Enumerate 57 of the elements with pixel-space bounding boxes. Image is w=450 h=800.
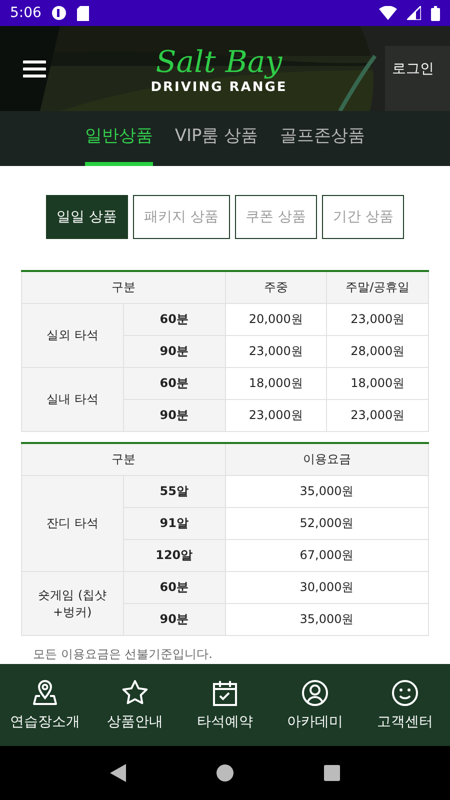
signal-icon — [407, 6, 421, 20]
price-cell: 35,000원 — [225, 476, 428, 508]
header-cell: 주말/공휴일 — [326, 271, 428, 304]
sd-card-icon — [77, 6, 90, 20]
product-tab[interactable]: VIP룸 상품 — [174, 111, 258, 166]
group-cell: 잔디 타석 — [46, 515, 98, 532]
header-cell: 구분 — [22, 271, 225, 304]
nav-item[interactable]: 타석예약 — [180, 664, 270, 746]
logo-subtitle: DRIVING RANGE — [150, 80, 288, 95]
home-icon[interactable] — [216, 764, 234, 782]
battery-icon — [431, 6, 440, 20]
logo-title: Salt Bay — [156, 46, 282, 80]
clock: 5:06 — [10, 5, 42, 21]
login-link[interactable]: 로그인 — [392, 60, 434, 78]
group-cell: 실외 타석 — [46, 327, 98, 344]
product-tab[interactable]: 골프존상품 — [280, 111, 366, 166]
header-cell: 이용요금 — [225, 443, 428, 476]
price-cell: 30,000원 — [225, 572, 428, 604]
group-cell: 실내 타석 — [46, 391, 98, 408]
option-cell: 120알 — [123, 540, 225, 572]
smiley-icon — [391, 679, 419, 707]
nav-item[interactable]: 연습장소개 — [0, 664, 90, 746]
map-pin-icon — [31, 679, 59, 707]
option-cell: 90분 — [123, 604, 225, 636]
nav-item[interactable]: 고객센터 — [360, 664, 450, 746]
price-cell: 18,000원 — [326, 368, 428, 400]
price-cell: 23,000원 — [326, 400, 428, 432]
price-cell: 23,000원 — [225, 400, 327, 432]
price-cell: 67,000원 — [225, 540, 428, 572]
option-cell: 90분 — [123, 400, 225, 432]
header-cell: 주중 — [225, 271, 327, 304]
price-cell: 28,000원 — [326, 336, 428, 368]
group-cell-text: 숏게임 (칩샷+벙커) — [37, 586, 108, 620]
option-cell: 60분 — [123, 572, 225, 604]
option-cell: 90분 — [123, 336, 225, 368]
price-cell: 23,000원 — [225, 336, 327, 368]
calendar-icon — [211, 679, 239, 707]
price-cell: 52,000원 — [225, 508, 428, 540]
notification-icon — [51, 5, 68, 21]
user-icon — [301, 679, 329, 707]
option-cell: 60분 — [123, 304, 225, 336]
nav-item[interactable]: 아카데미 — [270, 664, 360, 746]
header-cell: 구분 — [22, 443, 225, 476]
price-cell: 35,000원 — [225, 604, 428, 636]
back-icon[interactable] — [110, 764, 126, 782]
option-cell: 91알 — [123, 508, 225, 540]
menu-icon[interactable] — [23, 60, 46, 78]
note-text: 모든 이용요금은 선불기준입니다. — [33, 646, 214, 663]
wifi-icon — [379, 6, 397, 20]
category-button[interactable]: 일일 상품 — [46, 195, 128, 239]
nav-item[interactable]: 상품안내 — [90, 664, 180, 746]
price-cell: 23,000원 — [326, 304, 428, 336]
option-cell: 60분 — [123, 368, 225, 400]
price-cell: 20,000원 — [225, 304, 327, 336]
price-cell: 18,000원 — [225, 368, 327, 400]
option-cell: 55알 — [123, 476, 225, 508]
star-icon — [121, 679, 149, 707]
